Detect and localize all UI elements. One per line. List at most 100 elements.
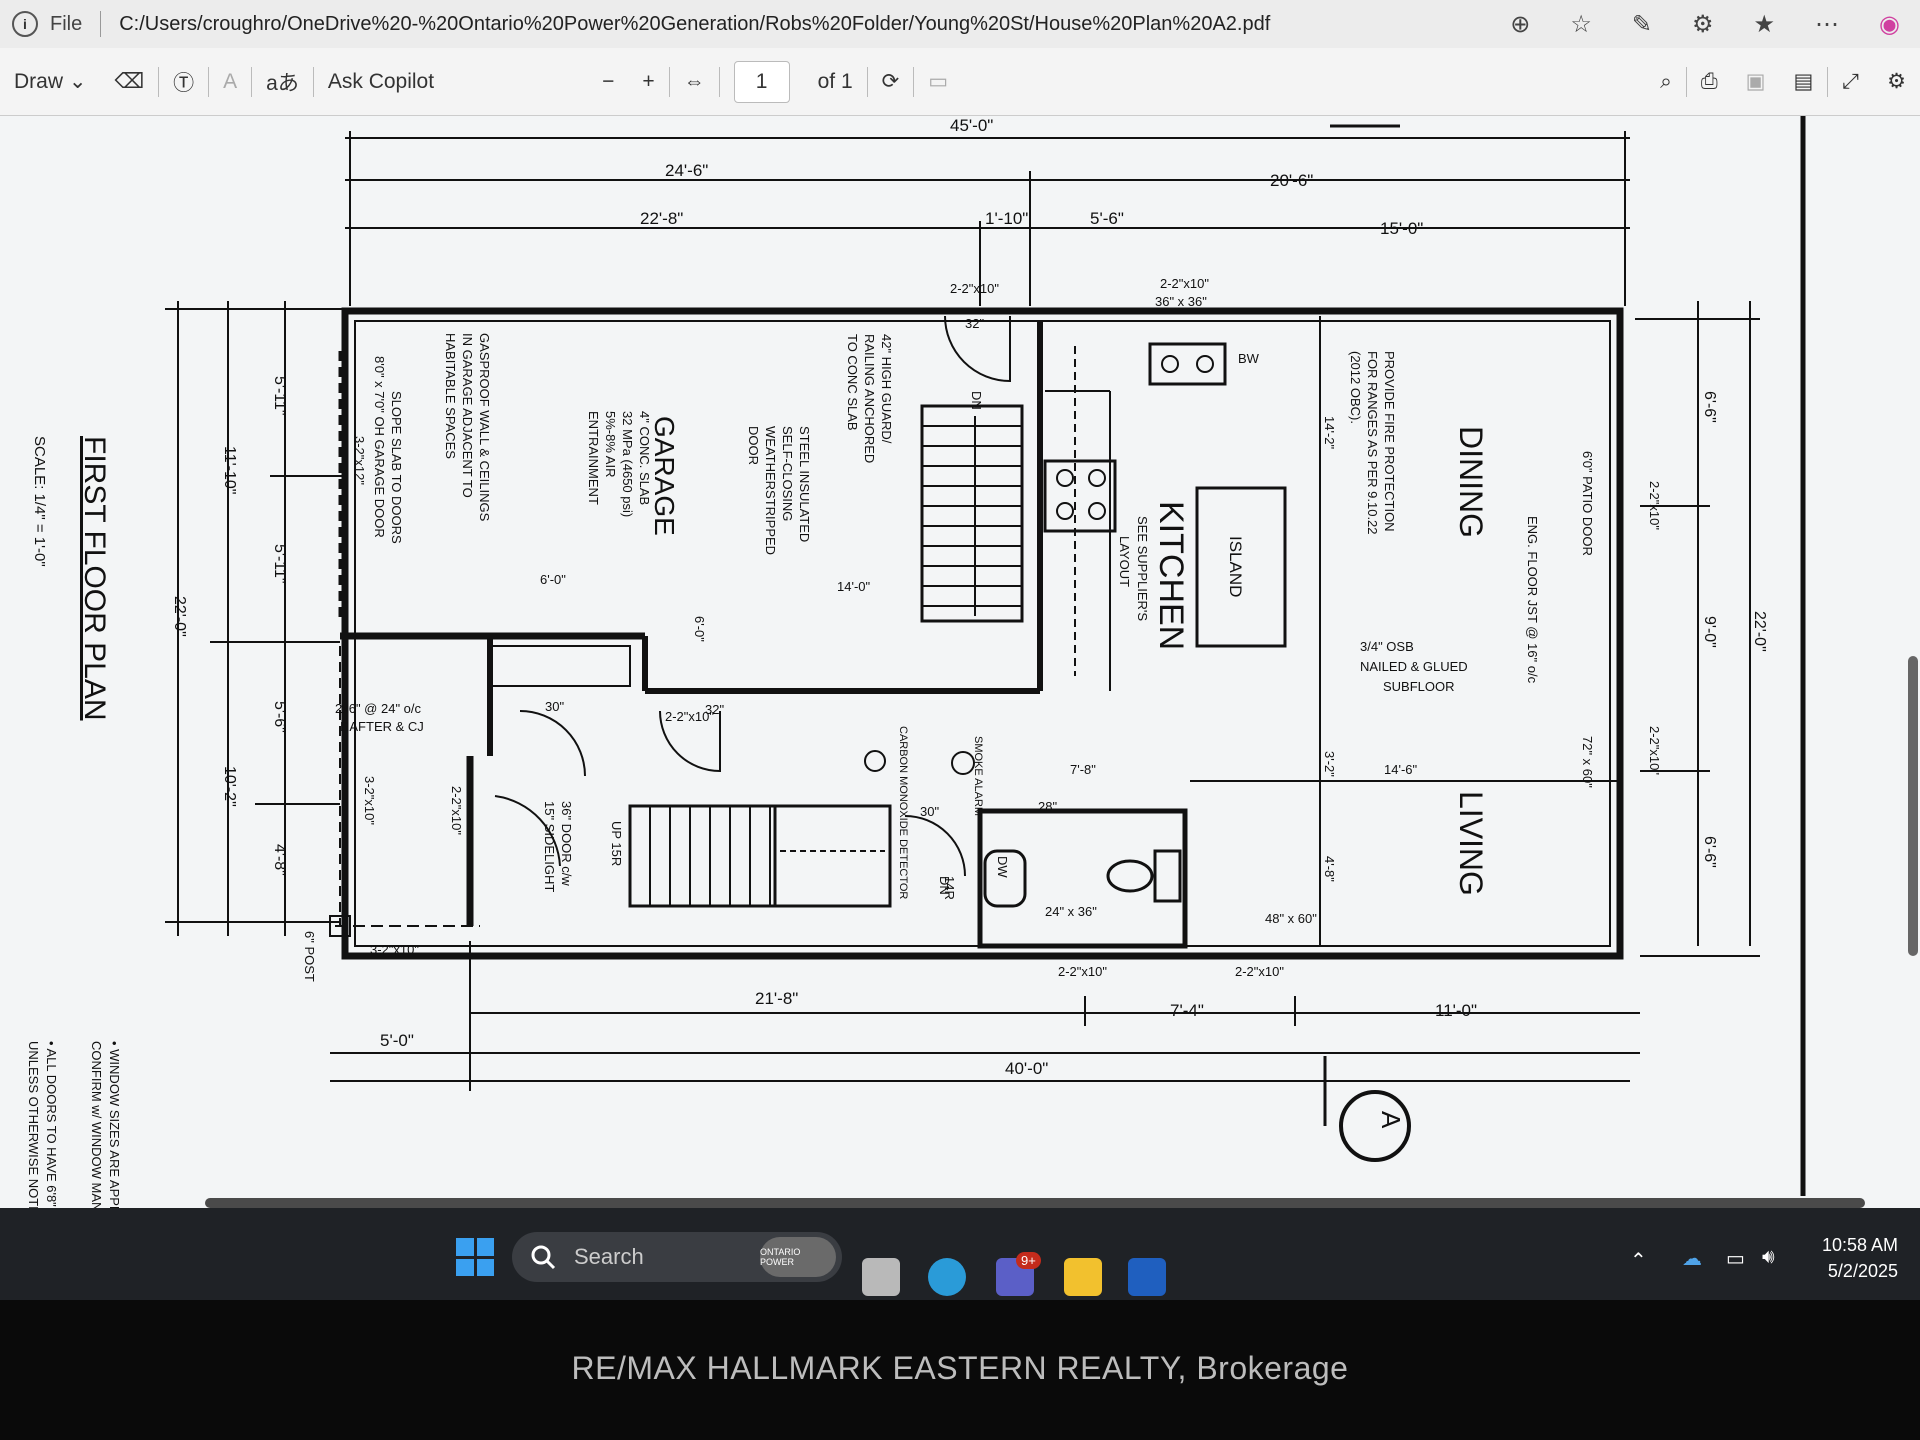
zoom-icon[interactable]: ⊕ [1510,10,1530,39]
save-as-icon[interactable]: ▤ [1794,69,1814,94]
room-label-living: LIVING [1453,791,1489,896]
annotation: 4'-8" [1322,856,1337,882]
read-aloud-icon[interactable]: A [223,70,237,94]
annotation: 2-2"x10" [1647,481,1662,530]
edge-icon[interactable] [928,1258,966,1296]
annotation: 15" SIDELIGHT [542,801,557,892]
translate-icon[interactable]: aあ [266,67,299,97]
onedrive-icon[interactable]: ☁ [1682,1246,1702,1271]
dimension-label: 10'-2" [221,766,238,807]
divider [718,66,720,97]
annotation: TO CONC SLAB [845,334,860,431]
search-icon[interactable]: ⌕ [1660,70,1672,94]
annotation: (2012 OBC). [1348,351,1363,424]
print-icon[interactable]: ⎙ [1701,70,1718,94]
monitor-icon[interactable]: ▭ [1726,1246,1745,1271]
annotation: FOR RANGES AS PER 9.10.22 [1365,351,1380,535]
search-placeholder: Search [574,1244,644,1269]
favorites-icon[interactable]: ★ [1754,10,1776,39]
clock[interactable]: 10:58 AM 5/2/2025 [1822,1232,1898,1284]
annotation: 3-2"x10" [370,942,419,957]
annotation: 24" x 36" [1045,904,1097,919]
annotation: 48" x 60" [1265,911,1317,926]
windows-start-icon[interactable] [456,1238,494,1276]
horizontal-scrollbar[interactable] [205,1198,1865,1208]
date: 5/2/2025 [1827,1261,1898,1281]
dimension-label: 9'-0" [1701,616,1718,648]
draw-button[interactable]: Draw ⌄ [14,69,86,94]
annotation: 2-2"x10" [1235,964,1284,979]
divider [208,66,210,97]
annotation: 6'-0" [540,572,566,587]
divider [866,66,868,97]
rotate-icon[interactable]: ⟳ [882,69,900,94]
annotation: 2-2"x10" [1647,726,1662,775]
url-field[interactable]: C:/Users/croughro/OneDrive%20-%20Ontario… [119,13,1490,36]
page-view-icon[interactable]: ▭ [928,69,948,94]
dimension-label: 40'-0" [1005,1059,1048,1078]
divider [1685,66,1687,97]
word-icon[interactable] [1128,1258,1166,1296]
taskbar-search[interactable]: Search ONTARIO POWER [512,1232,842,1282]
plan-title: FIRST FLOOR PLAN [78,436,111,721]
pdf-viewer[interactable]: FIRST FLOOR PLAN SCALE: 1/4" = 1'-0" • W… [0,116,1920,1208]
info-icon[interactable]: i [12,11,38,37]
annotation: 3'-2" [1322,751,1337,777]
room-label-garage: GARAGE [649,416,680,536]
pen-icon[interactable]: ✎ [1632,10,1652,39]
dimension-label: 6'-6" [1701,836,1718,868]
dimension-label: 7'-4" [1170,1001,1204,1020]
annotation: BW [1238,351,1260,366]
annotation: 36" DOOR c/w [559,801,574,886]
dimension-label: 15'-0" [1380,219,1423,238]
zoom-in-icon[interactable]: + [642,70,654,94]
ask-copilot-button[interactable]: Ask Copilot [328,70,434,94]
file-explorer-icon[interactable] [1064,1258,1102,1296]
annotation: 6'-0" [692,616,707,642]
annotation: 14'-6" [1384,762,1418,777]
dimension-label: 5'-11" [271,544,288,584]
plan-scale: SCALE: 1/4" = 1'-0" [31,436,48,567]
annotation: 8'0" x 7'0" OH GARAGE DOOR [372,356,387,538]
dimension-label: 11'-10" [221,446,238,494]
annotation: 5%-8% AIR [603,411,618,477]
section-label: A [1376,1111,1406,1129]
annotation: LAYOUT [1117,536,1132,587]
save-icon[interactable]: ▣ [1746,69,1766,94]
annotation: GASPROOF WALL & CEILINGS [477,333,492,522]
annotation: 2-2"x10" [950,281,999,296]
text-box-icon[interactable]: Ⓣ [173,67,194,97]
dimension-label: 20'-6" [1270,171,1313,190]
annotation: DN [937,876,952,895]
settings-gear-icon[interactable]: ⚙ [1887,69,1906,94]
annotation: 2-2"x10" [1058,964,1107,979]
zoom-out-icon[interactable]: − [602,70,614,94]
eraser-icon[interactable]: ⌫ [114,69,144,94]
annotation: NAILED & GLUED [1360,659,1468,674]
note-line: UNLESS OTHERWISE NOTED [26,1041,41,1208]
page-number-input[interactable]: 1 [733,60,790,103]
extensions-icon[interactable]: ⚙ [1692,10,1714,39]
stairs [920,404,1024,623]
task-view-icon[interactable] [862,1258,900,1296]
annotation: 30" [545,699,564,714]
annotation: 14'-0" [837,579,871,594]
favorite-star-icon[interactable]: ☆ [1570,10,1592,39]
dimension-label: 22'-8" [640,209,683,228]
annotation: 4" CONC. SLAB [637,411,652,505]
fit-page-icon[interactable]: ⇔ [684,70,705,94]
annotation: DN [969,391,984,410]
chevron-up-icon[interactable]: ⌃ [1630,1248,1647,1273]
fullscreen-icon[interactable]: ⤢ [1842,70,1859,94]
volume-icon[interactable]: 🔊︎ [1762,1246,1775,1269]
dimension-label: 5'-0" [380,1031,414,1050]
copilot-icon[interactable]: ◉ [1879,10,1900,39]
time: 10:58 AM [1821,1235,1898,1255]
divider [158,66,160,97]
divider [100,11,102,37]
watermark: RE/MAX HALLMARK EASTERN REALTY, Brokerag… [571,1350,1349,1386]
more-icon[interactable]: ⋯ [1815,10,1839,39]
dimension-label: 11'-0" [1435,1001,1477,1020]
vertical-scrollbar[interactable] [1908,656,1918,956]
teams-badge: 9+ [1016,1252,1041,1269]
